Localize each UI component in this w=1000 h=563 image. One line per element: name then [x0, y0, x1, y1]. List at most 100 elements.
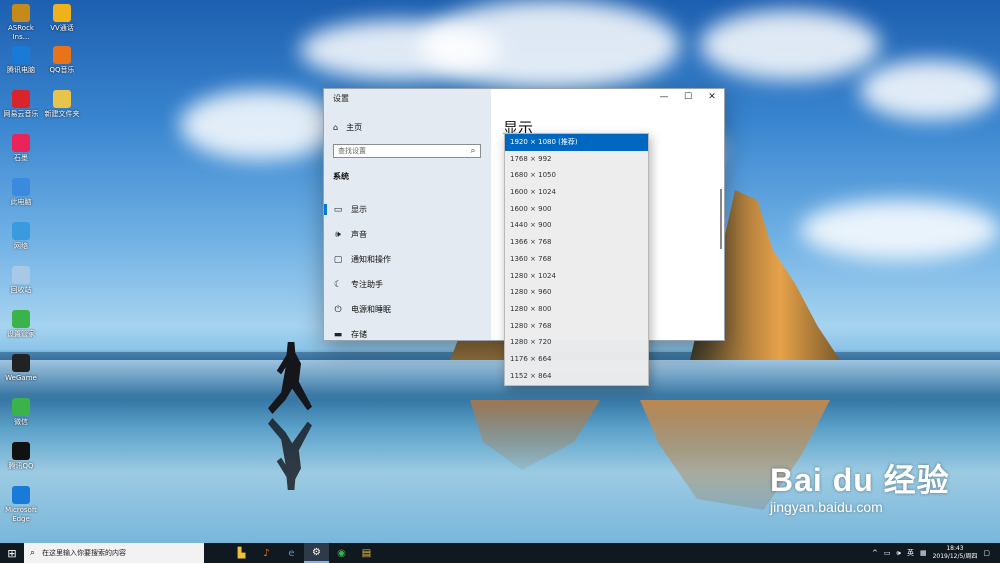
- sidebar-item[interactable]: ▭ 显示: [324, 197, 491, 222]
- desktop-icon[interactable]: QQ音乐: [42, 46, 82, 75]
- desktop-icon-label: 新建文件夹: [44, 110, 80, 118]
- resolution-option[interactable]: 1152 × 864: [505, 368, 648, 385]
- sidebar-item[interactable]: ▢ 通知和操作: [324, 247, 491, 272]
- wechat-icon[interactable]: ◉: [329, 543, 354, 563]
- home-icon: ⌂: [333, 123, 339, 132]
- resolution-option[interactable]: 1280 × 768: [505, 318, 648, 335]
- search-icon[interactable]: ⌕: [466, 146, 480, 156]
- window-title: 设置: [333, 94, 349, 103]
- sidebar-item-label: 通知和操作: [351, 255, 391, 264]
- baidu-watermark: Bai du 经验 jingyan.baidu.com: [770, 455, 950, 515]
- watermark-url: jingyan.baidu.com: [770, 499, 883, 515]
- desktop-icon-label: 设置管家: [7, 330, 35, 338]
- sidebar-item-label: 专注助手: [351, 280, 383, 289]
- close-button[interactable]: ✕: [700, 89, 724, 105]
- resolution-option[interactable]: 1600 × 900: [505, 201, 648, 218]
- desktop-icon[interactable]: Microsoft Edge: [1, 486, 41, 524]
- volume-tray-icon[interactable]: 🕪: [897, 549, 901, 558]
- scrollbar[interactable]: [720, 189, 722, 249]
- desktop-icon[interactable]: WeGame: [1, 354, 41, 383]
- taskbar-search-input[interactable]: [40, 548, 204, 558]
- desktop-icon[interactable]: 腾讯QQ: [1, 442, 41, 471]
- edge-icon: [12, 486, 30, 504]
- clock-time: 18:43: [946, 545, 964, 552]
- desktop-icon-label: 微信: [14, 418, 28, 426]
- desktop-icon-label: 腾讯QQ: [8, 462, 34, 470]
- clock-date: 2019/12/5/周四: [932, 553, 978, 560]
- desktop-icon-label: QQ音乐: [49, 66, 75, 74]
- ime-indicator[interactable]: 英: [907, 548, 914, 558]
- resolution-dropdown-list[interactable]: 1920 × 1080 (推荐) 1768 × 992 1680 × 1050 160…: [504, 133, 649, 386]
- settings-icon[interactable]: ⚙: [304, 543, 329, 563]
- start-button[interactable]: ⊞: [0, 543, 24, 563]
- sidebar-item-label: 电源和睡眠: [351, 305, 391, 314]
- home-link[interactable]: ⌂ 主页: [333, 122, 362, 133]
- desktop-icon[interactable]: 网络: [1, 222, 41, 251]
- system-tray: ^ ▭ 🕪 英 ▦ 18:43 2019/12/5/周四 ▢: [872, 543, 990, 563]
- network-tray-icon[interactable]: ▭: [884, 549, 891, 557]
- sidebar-item-label: 存储: [351, 330, 367, 339]
- ime-mode-icon[interactable]: ▦: [920, 549, 927, 557]
- resolution-option[interactable]: 1280 × 800: [505, 301, 648, 318]
- resolution-option[interactable]: 1680 × 1050: [505, 167, 648, 184]
- resolution-option[interactable]: 1600 × 1024: [505, 184, 648, 201]
- desktop-icon-label: ASRock Ins...: [8, 24, 34, 41]
- watermark-logo: Bai du 经验: [770, 462, 950, 498]
- desktop-icon[interactable]: 新建文件夹: [42, 90, 82, 119]
- sidebar-item[interactable]: 🕪 声音: [324, 222, 491, 247]
- notification-icon: ▢: [333, 254, 343, 265]
- resolution-option[interactable]: 1920 × 1080 (推荐): [505, 134, 648, 151]
- monitor-icon: ▭: [333, 204, 343, 215]
- music-app-icon[interactable]: ♪: [254, 543, 279, 563]
- music-icon: [53, 46, 71, 64]
- browser-icon: [12, 46, 30, 64]
- moon-icon: ☾: [333, 279, 343, 290]
- phone-icon: [53, 4, 71, 22]
- wechat-icon: [12, 398, 30, 416]
- settings-search-input[interactable]: [334, 147, 466, 155]
- app-icon: [12, 4, 30, 22]
- file-explorer-icon[interactable]: ▤: [354, 543, 379, 563]
- desktop-icon-label: Microsoft Edge: [5, 506, 37, 523]
- sidebar-item-label: 显示: [351, 205, 367, 214]
- sidebar-item[interactable]: ▬ 存储: [324, 322, 491, 347]
- computer-icon: [12, 178, 30, 196]
- settings-search-box[interactable]: ⌕: [333, 144, 481, 158]
- desktop-icon-label: 回收站: [10, 286, 32, 294]
- resolution-option[interactable]: 1280 × 960: [505, 284, 648, 301]
- clock[interactable]: 18:43 2019/12/5/周四: [933, 545, 978, 561]
- desktop-icon[interactable]: ASRock Ins...: [1, 4, 41, 42]
- resolution-option[interactable]: 1280 × 720: [505, 334, 648, 351]
- sidebar-item[interactable]: ☾ 专注助手: [324, 272, 491, 297]
- shield-icon: [12, 310, 30, 328]
- resolution-option[interactable]: 1360 × 768: [505, 251, 648, 268]
- desktop-icon[interactable]: 石墨: [1, 134, 41, 163]
- resolution-option[interactable]: 1440 × 900: [505, 217, 648, 234]
- resolution-option[interactable]: 1366 × 768: [505, 234, 648, 251]
- edge-icon[interactable]: e: [279, 543, 304, 563]
- resolution-option[interactable]: 1176 × 664: [505, 351, 648, 368]
- desktop-icon[interactable]: 网易云音乐: [1, 90, 41, 119]
- taskbar: ⊞ ⌕ ▙♪e⚙◉▤ ^ ▭ 🕪 英 ▦ 18:43 2019/12/5/周四 …: [0, 543, 1000, 563]
- game-icon: [12, 354, 30, 372]
- libraries-icon[interactable]: ▙: [229, 543, 254, 563]
- desktop-icon[interactable]: 设置管家: [1, 310, 41, 339]
- minimize-button[interactable]: —: [652, 89, 676, 105]
- folder-icon: [53, 90, 71, 108]
- tray-chevron-icon[interactable]: ^: [872, 549, 878, 557]
- notification-center-icon[interactable]: ▢: [983, 549, 990, 557]
- window-controls: — ☐ ✕: [652, 89, 724, 105]
- desktop-icon[interactable]: VV通话: [42, 4, 82, 33]
- resolution-option[interactable]: 1768 × 992: [505, 151, 648, 168]
- sidebar-item[interactable]: ⏻ 电源和睡眠: [324, 297, 491, 322]
- resolution-option[interactable]: 1280 × 1024: [505, 268, 648, 285]
- taskbar-search-box[interactable]: ⌕: [24, 543, 204, 563]
- desktop-icon-label: 网络: [14, 242, 28, 250]
- desktop-icon[interactable]: 此电脑: [1, 178, 41, 207]
- network-icon: [12, 222, 30, 240]
- maximize-button[interactable]: ☐: [676, 89, 700, 105]
- desktop-icon[interactable]: 回收站: [1, 266, 41, 295]
- desktop-icon[interactable]: 腾讯电脑: [1, 46, 41, 75]
- desktop-icon[interactable]: 微信: [1, 398, 41, 427]
- windows-logo-icon: ⊞: [7, 546, 17, 560]
